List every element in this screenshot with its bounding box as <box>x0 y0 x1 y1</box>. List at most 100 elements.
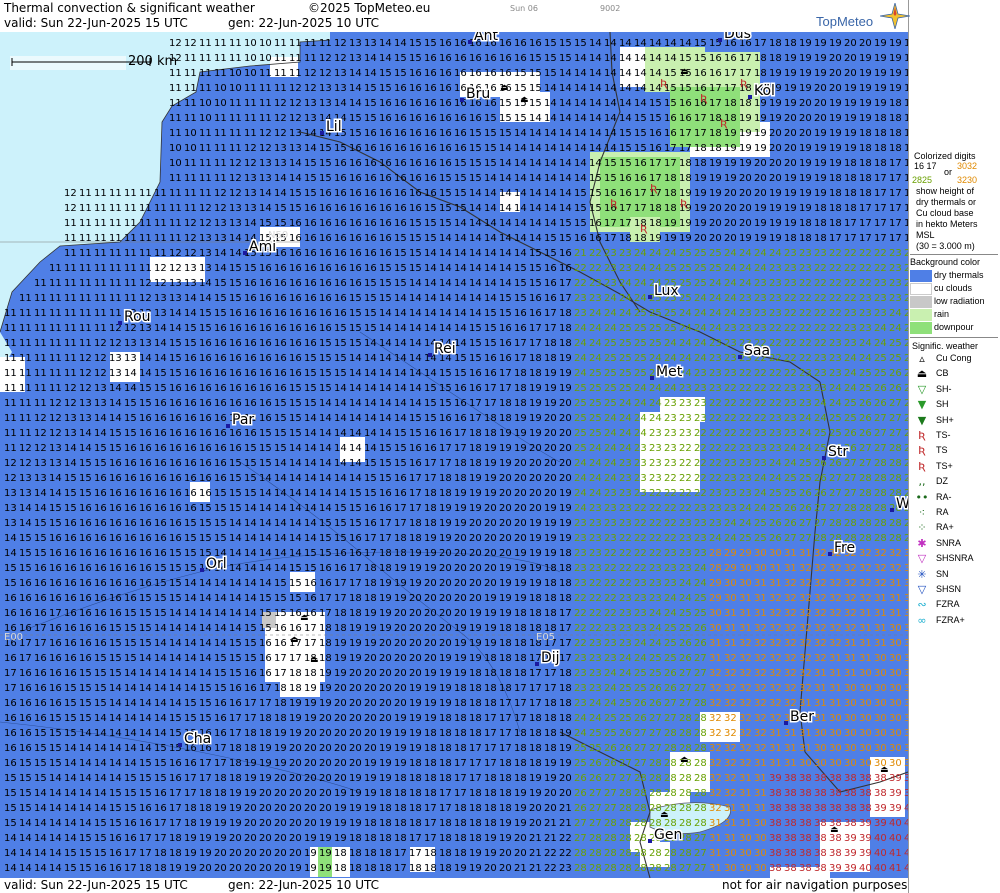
city-label: Par <box>232 412 254 428</box>
thermal-digit: 32 <box>724 788 737 799</box>
thermal-digit: 18 <box>529 728 542 739</box>
thermal-digit: 32 <box>814 623 827 634</box>
thermal-digit: 16 <box>199 368 212 379</box>
thermal-digit: 20 <box>799 128 812 139</box>
thermal-digit: 10 <box>244 53 257 64</box>
thermal-digit: 19 <box>709 188 722 199</box>
thermal-digit: 38 <box>829 848 842 859</box>
scale-bar-bg <box>10 56 126 70</box>
thermal-digit: 15 <box>49 518 62 529</box>
thermal-digit: 28 <box>679 773 692 784</box>
thermal-digit: 27 <box>574 818 587 829</box>
thermal-digit: 22 <box>664 518 677 529</box>
thermal-digit: 24 <box>739 503 752 514</box>
thermal-digit: 16 <box>94 533 107 544</box>
thermal-digit: 14 <box>19 833 32 844</box>
thermal-digit: 18 <box>859 158 872 169</box>
thermal-digit: 25 <box>649 308 662 319</box>
thermal-digit: 11 <box>19 413 32 424</box>
thermal-digit: 16 <box>619 173 632 184</box>
thermal-digit: 14 <box>439 248 452 259</box>
thermal-digit: 22 <box>574 263 587 274</box>
thermal-digit: 14 <box>139 653 152 664</box>
thermal-digit: 14 <box>634 68 647 79</box>
thermal-digit: 15 <box>244 443 257 454</box>
thermal-digit: 20 <box>829 68 842 79</box>
thermal-digit: 12 <box>184 38 197 49</box>
thermal-digit: 19 <box>559 383 572 394</box>
thermal-digit: 14 <box>349 83 362 94</box>
thunderstorm-icon: Ʀ <box>610 197 618 210</box>
thermal-digit: 15 <box>214 518 227 529</box>
thermal-digit: 16 <box>379 158 392 169</box>
thermal-digit: 22 <box>559 833 572 844</box>
thermal-digit: 11 <box>229 53 242 64</box>
thermal-digit: 16 <box>319 323 332 334</box>
thermal-digit: 32 <box>739 728 752 739</box>
thermal-digit: 14 <box>529 188 542 199</box>
thermal-digit: 18 <box>259 728 272 739</box>
thermal-digit: 24 <box>754 503 767 514</box>
thermal-digit: 31 <box>829 653 842 664</box>
thermal-digit: 24 <box>799 413 812 424</box>
thermal-digit: 14 <box>439 263 452 274</box>
thermal-digit: 38 <box>829 788 842 799</box>
thermal-digit: 15 <box>139 758 152 769</box>
thermal-digit: 38 <box>829 803 842 814</box>
city-marker <box>748 95 752 99</box>
thermal-digit: 18 <box>454 458 467 469</box>
thermal-digit: 26 <box>619 728 632 739</box>
thermal-digit: 16 <box>514 308 527 319</box>
thermal-digit: 14 <box>214 593 227 604</box>
thermal-digit: 17 <box>874 218 887 229</box>
thermal-digit: 18 <box>544 608 557 619</box>
thermal-digit: 13 <box>289 143 302 154</box>
thermal-digit: 16 <box>124 818 137 829</box>
thermal-digit: 16 <box>94 488 107 499</box>
thermal-digit: 16 <box>64 593 77 604</box>
thermal-digit: 32 <box>799 608 812 619</box>
thermal-digit: 14 <box>469 233 482 244</box>
thermal-digit: 15 <box>49 728 62 739</box>
city-marker <box>535 662 539 666</box>
city-label: Met <box>656 364 683 380</box>
thermal-digit: 16 <box>409 188 422 199</box>
thermal-digit: 18 <box>799 218 812 229</box>
thermal-digit: 15 <box>439 398 452 409</box>
thermal-digit: 16 <box>154 803 167 814</box>
thermal-digit: 19 <box>844 83 857 94</box>
thermal-digit: 20 <box>724 188 737 199</box>
thermal-digit: 15 <box>364 293 377 304</box>
thermal-digit: 14 <box>394 38 407 49</box>
thermal-digit: 14 <box>34 818 47 829</box>
thermal-digit: 23 <box>679 563 692 574</box>
legend-desc-1: show height of <box>916 186 974 196</box>
thermal-digit: 19 <box>319 863 332 874</box>
thermal-digit: 11 <box>169 233 182 244</box>
thermal-digit: 20 <box>394 638 407 649</box>
thermal-digit: 32 <box>739 758 752 769</box>
thermal-digit: 14 <box>229 578 242 589</box>
thermal-digit: 16 <box>259 278 272 289</box>
thermal-digit: 14 <box>589 53 602 64</box>
thermal-digit: 14 <box>544 83 557 94</box>
thermal-digit: 24 <box>889 323 902 334</box>
thermal-digit: 18 <box>514 758 527 769</box>
thermal-digit: 16 <box>394 98 407 109</box>
thermal-digit: 15 <box>364 113 377 124</box>
thermal-digit: 11 <box>184 68 197 79</box>
thermal-digit: 13 <box>319 98 332 109</box>
thermal-digit: 23 <box>844 308 857 319</box>
thermal-digit: 19 <box>739 233 752 244</box>
thermal-digit: 15 <box>469 128 482 139</box>
thermal-digit: 16 <box>574 233 587 244</box>
thermal-digit: 22 <box>829 278 842 289</box>
thermal-digit: 24 <box>634 653 647 664</box>
thermal-digit: 16 <box>94 863 107 874</box>
thermal-digit: 15 <box>199 683 212 694</box>
thermal-digit: 16 <box>559 263 572 274</box>
thermal-digit: 14 <box>409 398 422 409</box>
thermal-digit: 32 <box>799 668 812 679</box>
thermal-digit: 15 <box>19 788 32 799</box>
thermal-digit: 16 <box>4 713 17 724</box>
